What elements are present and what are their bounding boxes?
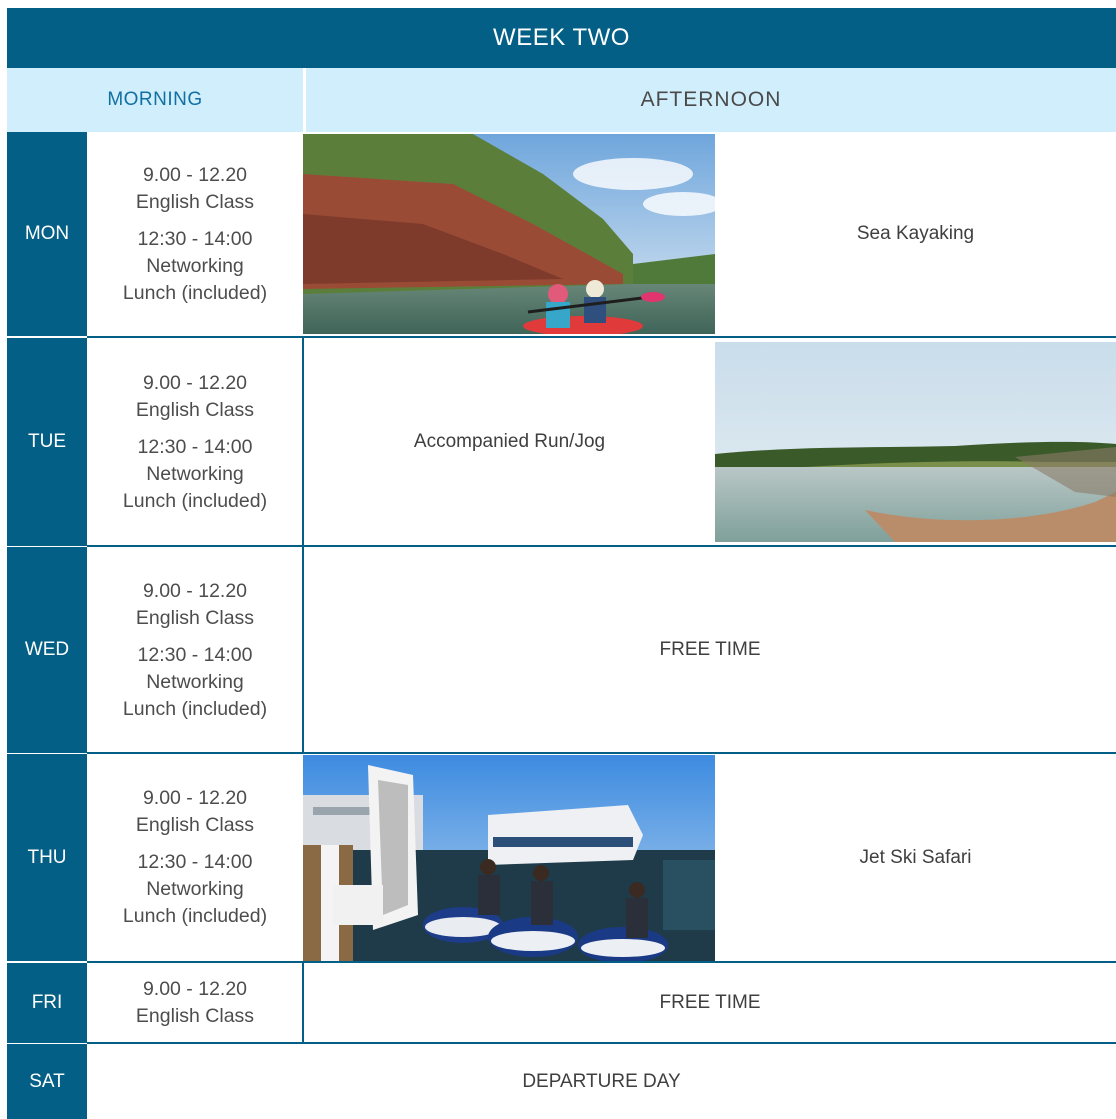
lunch-time: 12:30 - 14:00 <box>137 227 253 250</box>
lunch-name: Lunch (included) <box>122 281 268 304</box>
activity-fri: FREE TIME <box>659 992 761 1013</box>
class-name: English Class <box>135 606 255 629</box>
sea-kayaking-photo <box>303 134 715 334</box>
afternoon-header: AFTERNOON <box>303 68 1116 132</box>
class-time: 9.00 - 12.20 <box>142 978 248 1000</box>
beach-bay-photo <box>715 342 1116 542</box>
day-label-tue: TUE <box>7 338 87 546</box>
class-time: 9.00 - 12.20 <box>142 579 248 602</box>
morning-cell-tue: 9.00 - 12.20 English Class 12:30 - 14:00 N… <box>87 338 303 546</box>
class-name: English Class <box>135 190 255 213</box>
day-label-sat: SAT <box>7 1044 87 1119</box>
week-two-schedule: WEEK TWO MORNING AFTERNOON MON 9.00 - 12… <box>7 8 1116 1119</box>
jet-ski-photo <box>303 755 715 961</box>
activity-mon: Sea Kayaking <box>856 223 975 244</box>
day-label-wed: WED <box>7 547 87 753</box>
lunch-time: 12:30 - 14:00 <box>137 435 253 458</box>
class-name: English Class <box>135 398 255 421</box>
lunch-name: Networking <box>146 878 244 900</box>
activity-sat: DEPARTURE DAY <box>522 1070 681 1092</box>
day-label-fri: FRI <box>7 963 87 1043</box>
lunch-name: Networking <box>146 462 244 485</box>
class-time: 9.00 - 12.20 <box>142 163 248 186</box>
class-time: 9.00 - 12.20 <box>142 787 248 809</box>
day-label-mon: MON <box>7 132 87 336</box>
activity-thu: Jet Ski Safari <box>859 846 972 868</box>
lunch-name: Networking <box>146 254 244 277</box>
lunch-time: 12:30 - 14:00 <box>137 851 253 873</box>
activity-wed: FREE TIME <box>659 639 761 660</box>
morning-cell-fri: 9.00 - 12.20 English Class <box>87 963 303 1043</box>
lunch-time: 12:30 - 14:00 <box>137 643 253 666</box>
morning-cell-thu: 9.00 - 12.20 English Class 12:30 - 14:00 N… <box>87 754 303 961</box>
lunch-name: Lunch (included) <box>122 905 268 927</box>
week-title: WEEK TWO <box>7 8 1116 68</box>
lunch-name: Lunch (included) <box>122 697 268 720</box>
morning-header: MORNING <box>107 89 203 110</box>
class-time: 9.00 - 12.20 <box>142 371 248 394</box>
lunch-name: Networking <box>146 670 244 693</box>
morning-cell-mon: 9.00 - 12.20 English Class 12:30 - 14:00 N… <box>87 132 303 336</box>
class-name: English Class <box>135 814 255 836</box>
activity-tue: Accompanied Run/Jog <box>413 431 606 452</box>
day-label-thu: THU <box>7 754 87 961</box>
lunch-name: Lunch (included) <box>122 489 268 512</box>
class-name: English Class <box>135 1005 255 1027</box>
morning-cell-wed: 9.00 - 12.20 English Class 12:30 - 14:00 N… <box>87 547 303 753</box>
